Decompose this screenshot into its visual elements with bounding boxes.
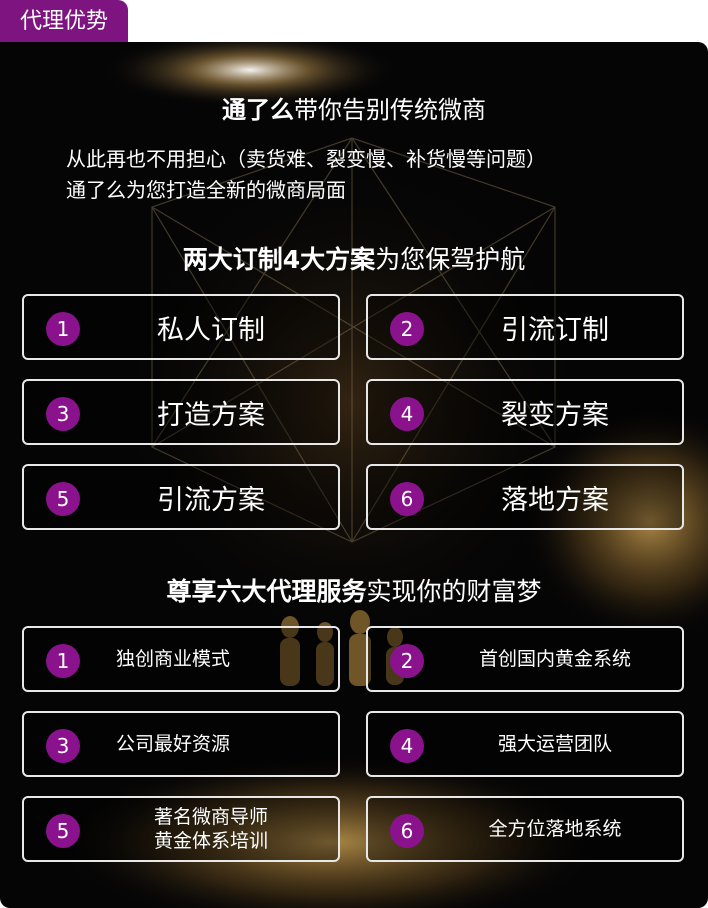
plan-card-2: 2 引流订制 [366, 294, 684, 360]
plan-label: 私人订制 [157, 314, 265, 346]
service-label: 公司最好资源 [116, 733, 231, 755]
service-card-3: 3 公司最好资源 [22, 711, 340, 777]
number-badge: 1 [46, 312, 80, 346]
service-card-4: 4 强大运营团队 [366, 711, 684, 777]
plan-label: 落地方案 [501, 484, 609, 516]
plan-label: 裂变方案 [501, 399, 609, 431]
plan-label: 引流订制 [501, 314, 609, 346]
number-badge: 6 [390, 814, 424, 848]
number-badge: 2 [390, 644, 424, 678]
service-card-1: 1 独创商业模式 [22, 626, 340, 692]
number-badge: 3 [46, 397, 80, 431]
plan-label: 打造方案 [157, 399, 265, 431]
service-card-6: 6 全方位落地系统 [366, 796, 684, 862]
service-card-2: 2 首创国内黄金系统 [366, 626, 684, 692]
number-badge: 5 [46, 482, 80, 516]
services-heading: 尊享六大代理服务实现你的财富梦 [166, 577, 542, 606]
service-label: 强大运营团队 [497, 733, 612, 755]
number-badge: 4 [390, 729, 424, 763]
section-tab: 代理优势 [0, 0, 128, 44]
plan-card-5: 5 引流方案 [22, 464, 340, 530]
service-label: 著名微商导师 黄金体系培训 [153, 806, 268, 852]
service-label: 首创国内黄金系统 [478, 648, 631, 670]
plan-card-6: 6 落地方案 [366, 464, 684, 530]
number-badge: 2 [390, 312, 424, 346]
plans-heading: 两大订制4大方案为您保驾护航 [182, 245, 526, 274]
headline-intro: 通了么带你告别传统微商 [222, 96, 486, 124]
number-badge: 4 [390, 397, 424, 431]
service-label: 独创商业模式 [116, 648, 231, 670]
plan-card-4: 4 裂变方案 [366, 379, 684, 445]
plan-card-3: 3 打造方案 [22, 379, 340, 445]
number-badge: 1 [46, 644, 80, 678]
intro-text: 从此再也不用担心（卖货难、裂变慢、补货慢等问题） 通了么为您打造全新的微商局面 [66, 144, 546, 206]
intro-line-2: 通了么为您打造全新的微商局面 [66, 178, 346, 202]
service-card-5: 5 著名微商导师 黄金体系培训 [22, 796, 340, 862]
content-panel: 通了么带你告别传统微商 从此再也不用担心（卖货难、裂变慢、补货慢等问题） 通了么… [0, 42, 708, 908]
intro-line-1: 从此再也不用担心（卖货难、裂变慢、补货慢等问题） [66, 147, 546, 171]
plan-card-1: 1 私人订制 [22, 294, 340, 360]
service-label: 全方位落地系统 [488, 818, 622, 840]
number-badge: 3 [46, 729, 80, 763]
number-badge: 6 [390, 482, 424, 516]
plan-label: 引流方案 [157, 484, 265, 516]
number-badge: 5 [46, 814, 80, 848]
